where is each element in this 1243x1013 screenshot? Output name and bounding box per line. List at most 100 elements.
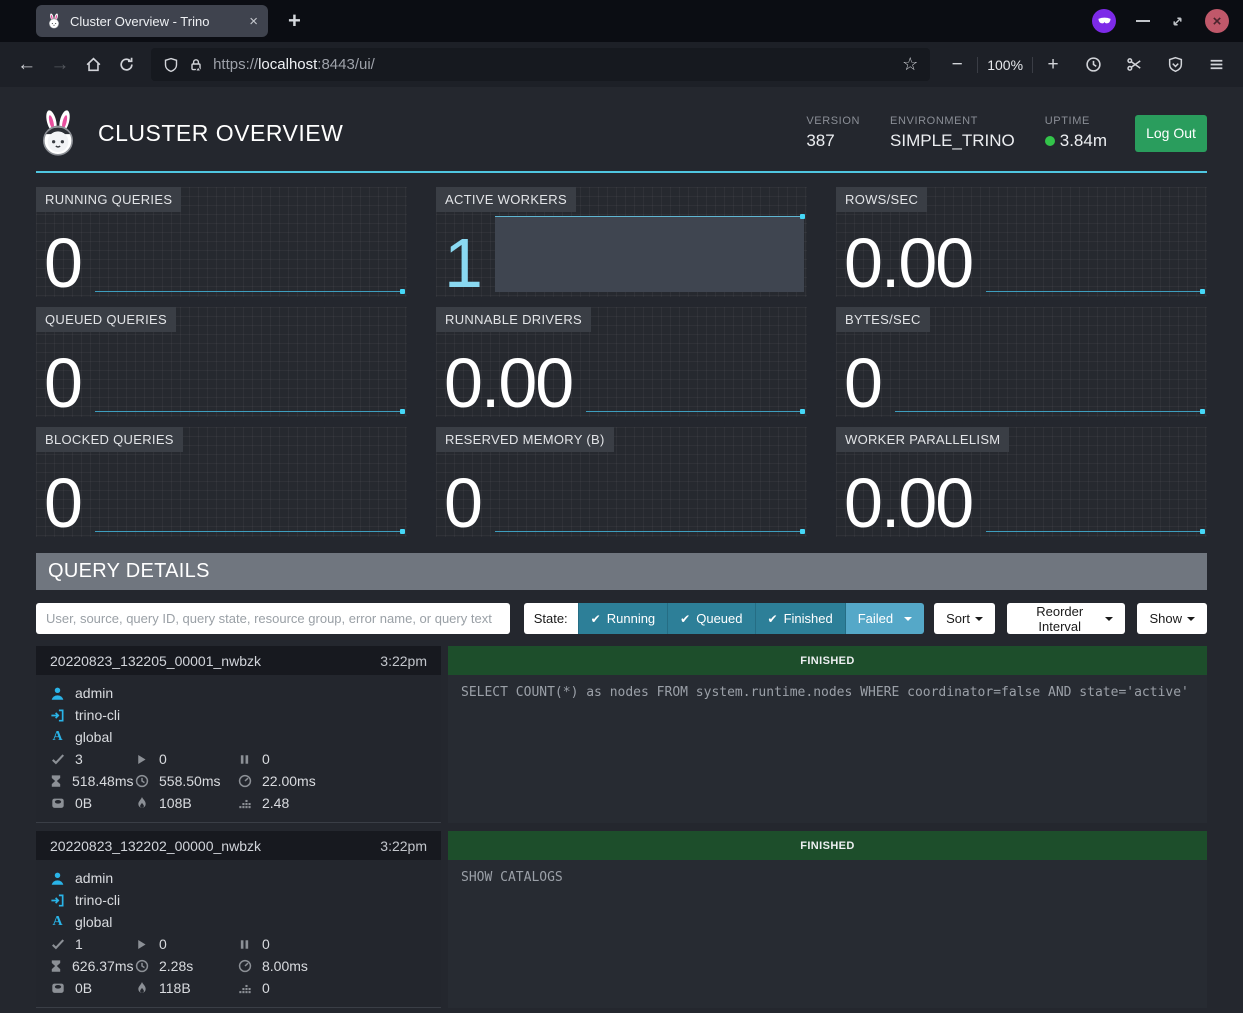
zoom-in-icon[interactable]: +: [1042, 49, 1064, 81]
query-source: trino-cli: [75, 892, 120, 908]
browser-toolbar: ← → https://localhost:8443/ui/ ☆ −: [0, 42, 1243, 87]
user-icon: [49, 871, 66, 886]
cpu-time: 22.00ms: [262, 773, 316, 789]
query-id-cell: 20220823_132205_00001_nwbzk 3:22pm: [36, 646, 441, 675]
current-memory-scale-icon: [49, 796, 66, 810]
zoom-level[interactable]: 100%: [987, 57, 1023, 73]
zoom-out-icon[interactable]: −: [946, 49, 968, 81]
tile-reserved-memory: RESERVED MEMORY (B) 0: [436, 427, 807, 537]
show-dropdown[interactable]: Show: [1137, 603, 1207, 634]
new-tab-button[interactable]: +: [288, 8, 301, 34]
tile-rows-sec: ROWS/SEC 0.00: [836, 187, 1207, 297]
home-icon[interactable]: [77, 49, 110, 81]
wall-time: 518.48ms: [72, 773, 133, 789]
sparkline: [495, 522, 804, 532]
wall-time-hourglass-icon: [49, 959, 63, 973]
cpu-time-gauge-icon: [236, 959, 253, 973]
history-clock-icon[interactable]: [1076, 49, 1110, 81]
running-splits-icon: [133, 938, 150, 951]
window-minimize-button[interactable]: [1136, 20, 1150, 22]
chevron-down-icon: [904, 617, 912, 621]
check-icon: [591, 611, 601, 626]
tile-worker-parallelism: WORKER PARALLELISM 0.00: [836, 427, 1207, 537]
check-icon: [680, 611, 690, 626]
queued-splits: 0: [262, 751, 270, 767]
version-value: 387: [806, 131, 860, 151]
back-icon[interactable]: ←: [10, 49, 43, 81]
query-row: 20220823_132202_00000_nwbzk 3:22pm FINIS…: [36, 831, 1207, 1008]
cumulative-memory: 2.48: [262, 795, 289, 811]
browser-tab[interactable]: Cluster Overview - Trino ×: [36, 5, 268, 37]
tile-active-workers: ACTIVE WORKERS 1: [436, 187, 807, 297]
trino-logo: [36, 109, 80, 157]
tile-blocked-queries: BLOCKED QUERIES 0: [36, 427, 407, 537]
query-stats-panel: admin trino-cli A global 3 0 0 518.48ms …: [36, 675, 441, 823]
current-memory-scale-icon: [49, 981, 66, 995]
cpu-time: 8.00ms: [262, 958, 308, 974]
sparkline: [95, 402, 404, 412]
reload-icon[interactable]: [110, 49, 143, 81]
query-time: 3:22pm: [380, 653, 427, 669]
chevron-down-icon: [975, 617, 983, 621]
tracking-shield-icon[interactable]: [163, 57, 179, 73]
queued-splits-icon: [236, 753, 253, 766]
query-id-link[interactable]: 20220823_132205_00001_nwbzk: [50, 653, 380, 669]
shield-check-icon[interactable]: [1158, 49, 1192, 81]
elapsed-time: 2.28s: [159, 958, 193, 974]
running-splits-icon: [133, 753, 150, 766]
resource-group-icon: A: [49, 914, 66, 930]
query-state-badge: FINISHED: [448, 646, 1207, 675]
running-splits: 0: [159, 751, 167, 767]
query-details-title: QUERY DETAILS: [36, 553, 1207, 590]
query-row: 20220823_132205_00001_nwbzk 3:22pm FINIS…: [36, 646, 1207, 823]
bookmark-star-icon[interactable]: ☆: [902, 54, 918, 75]
peak-memory: 108B: [159, 795, 192, 811]
source-login-icon: [49, 708, 66, 723]
tab-close-icon[interactable]: ×: [249, 14, 258, 29]
menu-hamburger-icon[interactable]: [1199, 49, 1233, 81]
filter-running-button[interactable]: Running: [578, 603, 668, 634]
version-meta: VERSION 387: [806, 115, 860, 151]
window-restore-button[interactable]: [1170, 14, 1185, 29]
uptime-meta: UPTIME 3.84m: [1045, 115, 1107, 151]
filter-failed-dropdown[interactable]: Failed: [845, 603, 924, 634]
sparkline: [986, 522, 1204, 532]
lock-warning-icon[interactable]: [188, 57, 204, 73]
forward-icon[interactable]: →: [43, 49, 76, 81]
query-search-input[interactable]: [36, 603, 510, 634]
screenshot-scissors-icon[interactable]: [1117, 49, 1151, 81]
uptime-label: UPTIME: [1045, 115, 1107, 127]
query-state-badge: FINISHED: [448, 831, 1207, 860]
private-browsing-icon: [1092, 9, 1116, 33]
source-login-icon: [49, 893, 66, 908]
url-bar[interactable]: https://localhost:8443/ui/ ☆: [151, 48, 930, 81]
running-splits: 0: [159, 936, 167, 952]
query-sql-text: SELECT COUNT(*) as nodes FROM system.run…: [448, 675, 1207, 823]
state-filter-label: State:: [524, 603, 578, 634]
trino-favicon: [46, 13, 62, 29]
filter-finished-button[interactable]: Finished: [755, 603, 845, 634]
sort-dropdown[interactable]: Sort: [934, 603, 995, 634]
query-source: trino-cli: [75, 707, 120, 723]
current-memory: 0B: [75, 795, 92, 811]
peak-memory: 118B: [159, 980, 191, 996]
reorder-interval-dropdown[interactable]: Reorder Interval: [1007, 603, 1126, 634]
tab-title: Cluster Overview - Trino: [70, 14, 241, 29]
current-memory: 0B: [75, 980, 92, 996]
cumulative-memory-chart-icon: [236, 981, 253, 995]
query-resource-group: global: [75, 729, 112, 745]
query-id-link[interactable]: 20220823_132202_00000_nwbzk: [50, 838, 380, 854]
app-header: CLUSTER OVERVIEW VERSION 387 ENVIRONMENT…: [36, 87, 1207, 173]
sparkline: [895, 402, 1204, 412]
environment-label: ENVIRONMENT: [890, 115, 1015, 127]
completed-splits: 1: [75, 936, 83, 952]
logout-button[interactable]: Log Out: [1135, 115, 1207, 152]
wall-time: 626.37ms: [72, 958, 133, 974]
peak-memory-fire-icon: [133, 796, 150, 810]
url-text[interactable]: https://localhost:8443/ui/: [213, 56, 375, 73]
filter-queued-button[interactable]: Queued: [667, 603, 754, 634]
queued-splits: 0: [262, 936, 270, 952]
sparkline: [95, 522, 404, 532]
cumulative-memory: 0: [262, 980, 270, 996]
window-close-button[interactable]: ×: [1205, 9, 1229, 33]
